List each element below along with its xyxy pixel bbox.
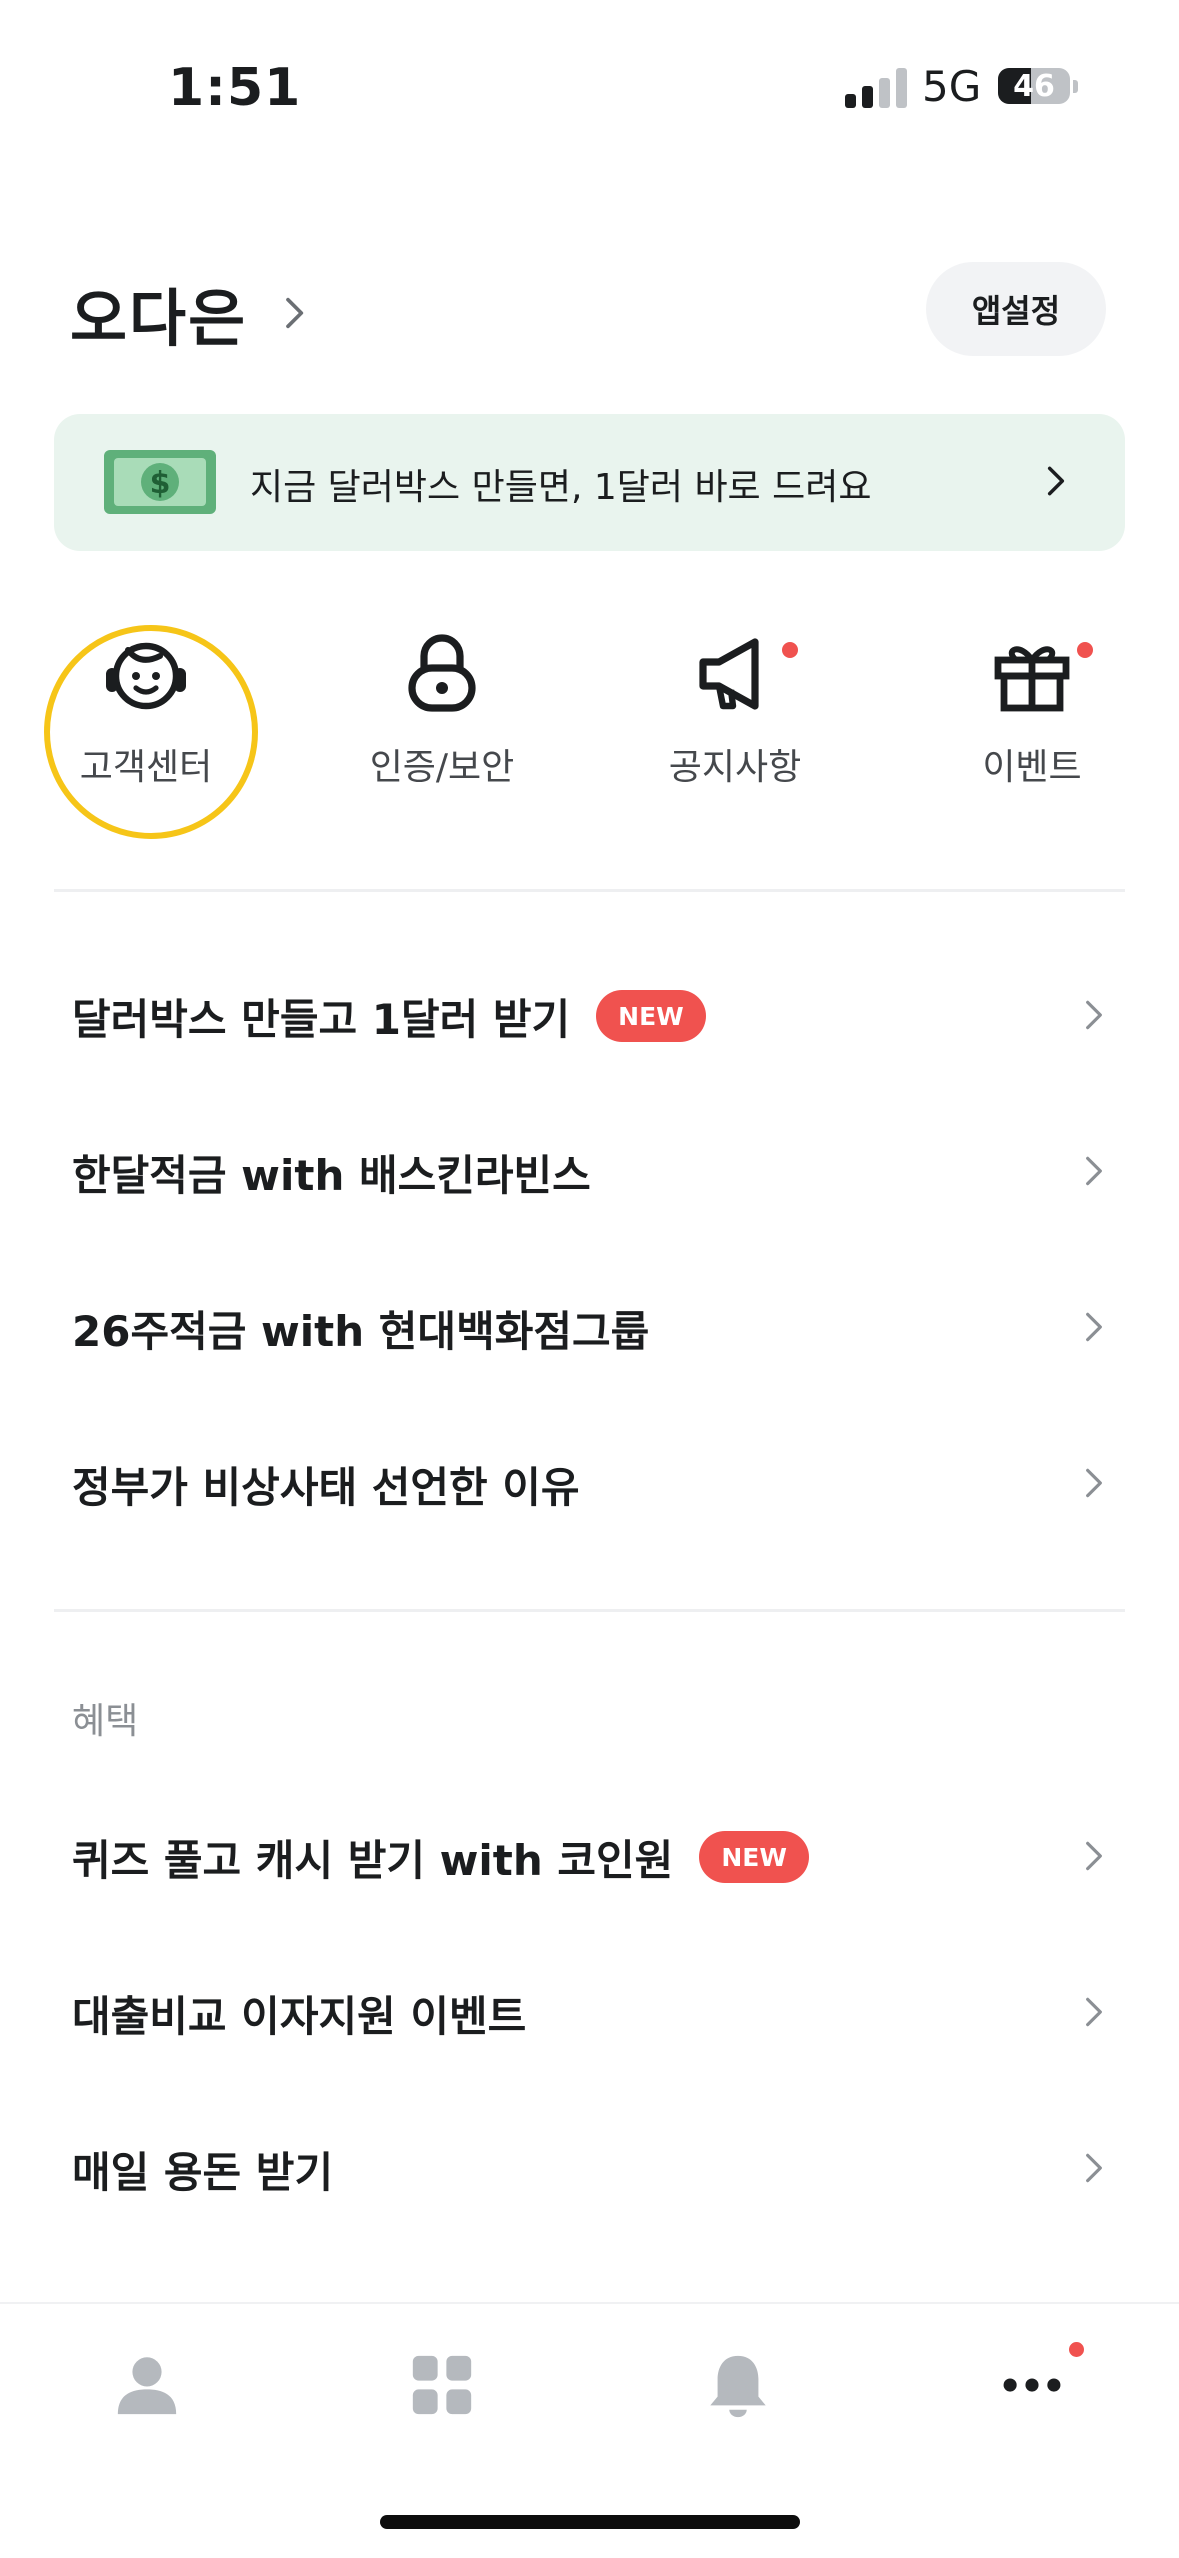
grid-icon xyxy=(412,2355,472,2415)
notification-dot xyxy=(782,642,798,658)
divider xyxy=(54,1609,1125,1612)
megaphone-icon xyxy=(699,638,759,710)
signal-icon xyxy=(845,66,909,108)
quick-menu-label: 고객센터 xyxy=(79,747,213,788)
battery-tip xyxy=(1073,80,1078,93)
list-item[interactable]: 퀴즈 풀고 캐시 받기 with 코인원 NEW xyxy=(54,1797,1125,1917)
divider xyxy=(54,889,1125,892)
quick-menu-auth-security[interactable]: 인증/보안 xyxy=(327,626,557,796)
quick-menu-notices[interactable]: 공지사항 xyxy=(620,626,850,796)
quick-menu-events[interactable]: 이벤트 xyxy=(917,626,1147,796)
status-time: 1:51 xyxy=(168,58,302,118)
quick-menu-label: 인증/보안 xyxy=(369,747,515,788)
chevron-right-icon xyxy=(1086,1156,1102,1186)
list-item-label: 달러박스 만들고 1달러 받기 xyxy=(72,994,571,1044)
promo-banner[interactable]: $ 지금 달러박스 만들면, 1달러 바로 드려요 xyxy=(54,414,1125,551)
person-icon xyxy=(117,2357,177,2415)
chevron-right-icon xyxy=(1086,1312,1102,1342)
quick-menu-label: 이벤트 xyxy=(982,747,1082,788)
chevron-right-icon xyxy=(1086,1468,1102,1498)
tab-more[interactable] xyxy=(932,2330,1132,2440)
chevron-right-icon xyxy=(1086,1000,1102,1030)
quick-menu-customer-center[interactable]: 고객센터 xyxy=(31,626,261,796)
list-item[interactable]: 26주적금 with 현대백화점그룹 xyxy=(54,1268,1125,1388)
profile-link[interactable]: 오다은 xyxy=(70,268,313,358)
list-item[interactable]: 대출비교 이자지원 이벤트 xyxy=(54,1953,1125,2073)
list-item[interactable]: 달러박스 만들고 1달러 받기 NEW xyxy=(54,956,1125,1076)
profile-name: 오다은 xyxy=(70,282,248,355)
dollar-bill-icon: $ xyxy=(104,450,216,514)
new-badge: NEW xyxy=(699,1831,809,1883)
gift-icon xyxy=(994,646,1070,712)
chevron-right-icon xyxy=(286,297,304,329)
chevron-right-icon xyxy=(1086,2153,1102,2183)
list-item[interactable]: 한달적금 with 배스킨라빈스 xyxy=(54,1112,1125,1232)
list-item-label: 정부가 비상사태 선언한 이유 xyxy=(72,1462,580,1512)
quick-menu-label: 공지사항 xyxy=(668,747,802,788)
list-item-label: 한달적금 with 배스킨라빈스 xyxy=(72,1150,591,1200)
list-item-label: 26주적금 with 현대백화점그룹 xyxy=(72,1306,650,1356)
home-indicator xyxy=(380,2515,800,2529)
chevron-right-icon xyxy=(1086,1997,1102,2027)
tab-profile[interactable] xyxy=(47,2330,247,2440)
chevron-right-icon xyxy=(1086,1841,1102,1871)
bell-icon xyxy=(710,2355,766,2418)
list-item[interactable]: 정부가 비상사태 선언한 이유 xyxy=(54,1424,1125,1544)
notification-dot xyxy=(1077,642,1093,658)
battery-level: 46 xyxy=(1013,69,1055,104)
notification-dot xyxy=(1069,2342,1084,2357)
chevron-right-icon xyxy=(1047,466,1065,496)
lock-icon xyxy=(408,634,476,712)
banner-text: 지금 달러박스 만들면, 1달러 바로 드려요 xyxy=(250,467,872,508)
list-item-label: 매일 용돈 받기 xyxy=(72,2147,334,2197)
more-icon xyxy=(1003,2378,1061,2392)
list-item-label: 퀴즈 풀고 캐시 받기 with 코인원 xyxy=(72,1835,674,1885)
svg-text:$: $ xyxy=(150,466,171,501)
new-badge: NEW xyxy=(596,990,706,1042)
list-item[interactable]: 매일 용돈 받기 xyxy=(54,2109,1125,2229)
headset-icon xyxy=(106,642,186,710)
tab-notifications[interactable] xyxy=(638,2330,838,2440)
section-title-benefits: 혜택 xyxy=(72,1701,139,1742)
app-settings-button[interactable]: 앱설정 xyxy=(926,262,1106,356)
network-type: 5G xyxy=(922,62,982,111)
tab-menu[interactable] xyxy=(342,2330,542,2440)
list-item-label: 대출비교 이자지원 이벤트 xyxy=(72,1991,527,2041)
battery-icon: 46 xyxy=(998,68,1070,104)
